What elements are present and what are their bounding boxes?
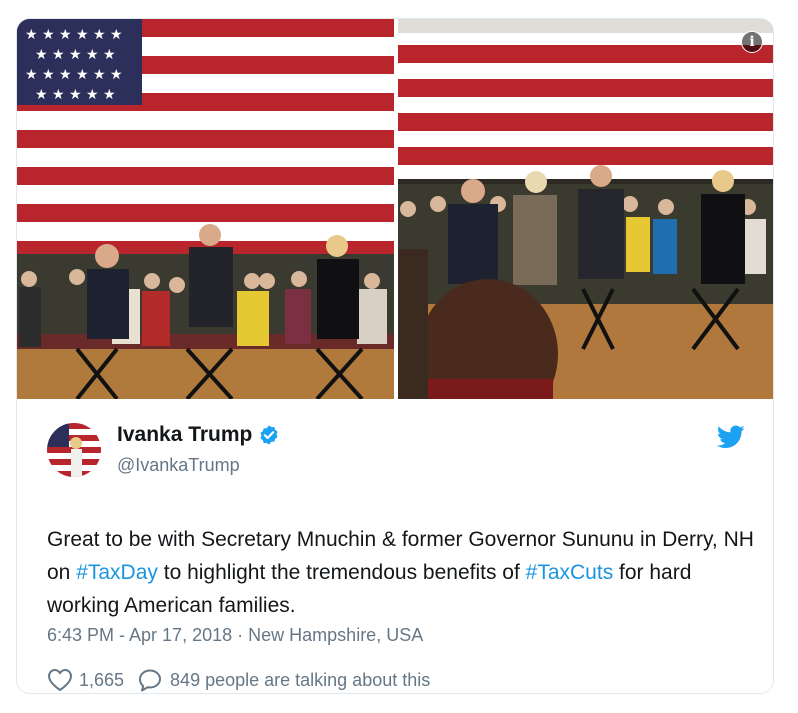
- tweet-photo-2[interactable]: i: [398, 19, 773, 399]
- author-name-row[interactable]: Ivanka Trump: [117, 423, 280, 447]
- handle[interactable]: @IvankaTrump: [117, 455, 240, 476]
- meta-separator: ·: [237, 625, 244, 645]
- heart-icon: [47, 668, 73, 692]
- hashtag-link-taxday[interactable]: #TaxDay: [76, 561, 158, 584]
- conversation-text[interactable]: 849 people are talking about this: [170, 670, 430, 691]
- svg-text:★ ★ ★ ★ ★: ★ ★ ★ ★ ★: [35, 87, 116, 103]
- avatar[interactable]: [47, 423, 101, 477]
- conversation-link[interactable]: 849 people are talking about this: [138, 668, 430, 692]
- tweet-text: Great to be with Secretary Mnuchin & for…: [47, 523, 767, 622]
- like-button[interactable]: 1,665: [47, 668, 124, 692]
- like-count[interactable]: 1,665: [79, 670, 124, 691]
- twitter-bird-icon[interactable]: [717, 425, 745, 449]
- display-name[interactable]: Ivanka Trump: [117, 423, 252, 447]
- verified-badge-icon: [260, 425, 278, 445]
- tweet-media[interactable]: ★ ★ ★ ★ ★ ★ ★ ★ ★ ★ ★ ★ ★ ★ ★ ★ ★ ★ ★ ★ …: [17, 19, 773, 399]
- tweet-card[interactable]: ★ ★ ★ ★ ★ ★ ★ ★ ★ ★ ★ ★ ★ ★ ★ ★ ★ ★ ★ ★ …: [16, 18, 774, 694]
- svg-text:★ ★ ★ ★ ★: ★ ★ ★ ★ ★: [35, 47, 116, 63]
- info-icon[interactable]: i: [741, 31, 763, 53]
- speech-bubble-icon: [139, 669, 162, 692]
- tweet-text-segment: to highlight the tremendous benefits of: [157, 561, 526, 584]
- location-link[interactable]: New Hampshire, USA: [248, 625, 423, 645]
- svg-text:★ ★ ★ ★ ★ ★: ★ ★ ★ ★ ★ ★: [25, 27, 123, 43]
- hashtag-link-taxcuts[interactable]: #TaxCuts: [526, 561, 614, 584]
- svg-text:★ ★ ★ ★ ★ ★: ★ ★ ★ ★ ★ ★: [25, 67, 123, 83]
- tweet-meta: 6:43 PM - Apr 17, 2018 · New Hampshire, …: [47, 625, 423, 646]
- tweet-photo-1[interactable]: ★ ★ ★ ★ ★ ★ ★ ★ ★ ★ ★ ★ ★ ★ ★ ★ ★ ★ ★ ★ …: [17, 19, 394, 399]
- tweet-actions: 1,665 849 people are talking about this: [47, 668, 444, 692]
- timestamp-link[interactable]: 6:43 PM - Apr 17, 2018: [47, 625, 232, 645]
